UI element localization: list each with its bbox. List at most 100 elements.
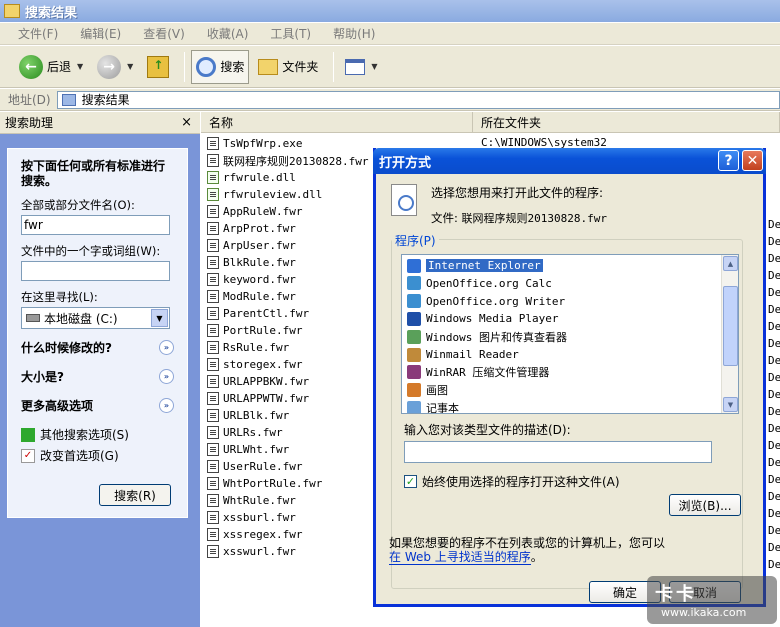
- program-item[interactable]: Windows Media Player: [407, 310, 558, 327]
- checklist-icon: ✓: [21, 448, 35, 463]
- table-row[interactable]: storegex.fwr: [207, 356, 302, 373]
- fwr-file-icon: [207, 511, 219, 524]
- menu-help[interactable]: 帮助(H): [333, 25, 375, 42]
- table-row[interactable]: PortRule.fwr: [207, 322, 302, 339]
- program-item[interactable]: OpenOffice.org Writer: [407, 293, 565, 310]
- file-name-cell: BlkRule.fwr: [223, 256, 296, 269]
- help-button[interactable]: ?: [718, 150, 739, 171]
- fwr-file-icon: [207, 205, 219, 218]
- menu-favorites[interactable]: 收藏(A): [207, 25, 249, 42]
- program-icon: [407, 258, 421, 273]
- table-row[interactable]: URLBlk.fwr: [207, 407, 289, 424]
- programs-scrollbar[interactable]: ▲ ▼: [721, 255, 738, 413]
- watermark-logo: 卡卡 www.ikaka.com: [647, 576, 777, 624]
- advanced-section[interactable]: 更多高级选项 »: [21, 397, 174, 414]
- scroll-up-icon[interactable]: ▲: [723, 256, 738, 271]
- always-use-checkbox[interactable]: ✓ 始终使用选择的程序打开这种文件(A): [404, 473, 620, 490]
- web-search-link[interactable]: 在 Web 上寻找适当的程序: [389, 550, 531, 565]
- table-row[interactable]: AppRuleW.fwr: [207, 203, 302, 220]
- table-row[interactable]: TsWpfWrp.exe: [207, 135, 302, 152]
- program-item[interactable]: OpenOffice.org Calc: [407, 275, 552, 292]
- change-prefs-link[interactable]: ✓ 改变首选项(G): [21, 447, 174, 464]
- views-button[interactable]: ▼: [340, 50, 382, 84]
- file-name: 联网程序规则20130828.fwr: [461, 212, 608, 225]
- program-item[interactable]: Internet Explorer: [407, 257, 544, 274]
- forward-button[interactable]: → ▼: [92, 50, 138, 84]
- checkbox-check-icon[interactable]: ✓: [404, 475, 417, 488]
- table-row[interactable]: WhtPortRule.fwr: [207, 475, 322, 492]
- scroll-down-icon[interactable]: ▼: [723, 397, 738, 412]
- table-row[interactable]: ModRule.fwr: [207, 288, 296, 305]
- table-row[interactable]: URLAPPWTW.fwr: [207, 390, 309, 407]
- table-row[interactable]: URLRs.fwr: [207, 424, 283, 441]
- when-modified-section[interactable]: 什么时候修改的? »: [21, 339, 174, 356]
- forward-dropdown-icon[interactable]: ▼: [127, 62, 133, 71]
- look-in-select[interactable]: 本地磁盘 (C:) ▼: [21, 307, 170, 329]
- column-folder[interactable]: 所在文件夹: [473, 112, 780, 132]
- menu-file[interactable]: 文件(F): [18, 25, 58, 42]
- browse-button[interactable]: 浏览(B)...: [669, 494, 741, 516]
- search-button[interactable]: 搜索: [191, 49, 250, 84]
- table-row[interactable]: UserRule.fwr: [207, 458, 302, 475]
- folders-button[interactable]: 文件夹: [253, 50, 323, 84]
- file-name-cell: WhtPortRule.fwr: [223, 477, 323, 490]
- description-input[interactable]: [404, 441, 712, 463]
- views-dropdown-icon[interactable]: ▼: [371, 62, 377, 71]
- filename-input[interactable]: fwr: [21, 215, 170, 235]
- search-assistant-pane: 搜索助理 × 按下面任何或所有标准进行搜索。 全部或部分文件名(O): fwr …: [0, 112, 200, 627]
- magnifier-icon: [196, 56, 217, 77]
- table-row[interactable]: URLWht.fwr: [207, 441, 289, 458]
- expand-chevron-icon[interactable]: »: [159, 369, 174, 384]
- table-row[interactable]: WhtRule.fwr: [207, 492, 296, 509]
- fwr-file-icon: [207, 273, 219, 286]
- table-row[interactable]: xssregex.fwr: [207, 526, 302, 543]
- program-name: Windows Media Player: [426, 312, 559, 326]
- table-row[interactable]: URLAPPBKW.fwr: [207, 373, 309, 390]
- close-button[interactable]: ✕: [742, 150, 763, 171]
- size-section[interactable]: 大小是? »: [21, 368, 174, 385]
- table-row[interactable]: 联网程序规则20130828.fwr: [207, 152, 368, 169]
- scroll-thumb[interactable]: [723, 286, 738, 366]
- menu-tools[interactable]: 工具(T): [270, 25, 311, 42]
- table-row[interactable]: BlkRule.fwr: [207, 254, 296, 271]
- program-name: 记事本: [426, 401, 459, 414]
- phrase-input[interactable]: [21, 261, 170, 281]
- address-input[interactable]: 搜索结果: [56, 90, 780, 109]
- dialog-prompt: 选择您想用来打开此文件的程序:: [431, 186, 604, 200]
- table-row[interactable]: ArpUser.fwr: [207, 237, 296, 254]
- menu-edit[interactable]: 编辑(E): [80, 25, 121, 42]
- search-submit-button[interactable]: 搜索(R): [99, 484, 171, 506]
- table-row[interactable]: ParentCtl.fwr: [207, 305, 309, 322]
- other-options-link[interactable]: 其他搜索选项(S): [21, 426, 174, 443]
- file-name-cell: WhtRule.fwr: [223, 494, 296, 507]
- up-button[interactable]: ↑: [142, 50, 174, 84]
- table-row[interactable]: keyword.fwr: [207, 271, 296, 288]
- table-row[interactable]: xssburl.fwr: [207, 509, 296, 526]
- back-dropdown-icon[interactable]: ▼: [77, 62, 83, 71]
- expand-chevron-icon[interactable]: »: [159, 340, 174, 355]
- program-item[interactable]: 记事本: [407, 399, 459, 414]
- program-item[interactable]: WinRAR 压缩文件管理器: [407, 364, 549, 381]
- program-item[interactable]: Winmail Reader: [407, 346, 519, 363]
- views-icon: [345, 58, 366, 75]
- column-name[interactable]: 名称: [201, 112, 473, 132]
- back-button[interactable]: ← 后退 ▼: [14, 50, 88, 84]
- table-row[interactable]: xsswurl.fwr: [207, 543, 296, 560]
- window-titlebar[interactable]: 搜索结果: [0, 0, 780, 22]
- expand-chevron-icon[interactable]: »: [159, 398, 174, 413]
- table-row[interactable]: RsRule.fwr: [207, 339, 289, 356]
- menu-view[interactable]: 查看(V): [143, 25, 185, 42]
- folder-cell-truncated: De: [768, 269, 780, 282]
- folder-cell-truncated: De: [768, 524, 780, 537]
- program-item[interactable]: 画图: [407, 382, 448, 399]
- table-row[interactable]: rfwrule.dll: [207, 169, 296, 186]
- table-row[interactable]: rfwruleview.dll: [207, 186, 322, 203]
- table-row[interactable]: ArpProt.fwr: [207, 220, 296, 237]
- open-with-dialog: 打开方式 ? ✕ 选择您想用来打开此文件的程序: 文件: 联网程序规则20130…: [373, 148, 766, 607]
- programs-listbox[interactable]: Internet Explorer OpenOffice.org Calc Open…: [401, 254, 739, 414]
- program-item[interactable]: Windows 图片和传真查看器: [407, 328, 567, 345]
- chevron-down-icon[interactable]: ▼: [151, 309, 168, 327]
- list-header: 名称 所在文件夹: [201, 112, 780, 133]
- dialog-titlebar[interactable]: 打开方式 ? ✕: [373, 148, 766, 174]
- close-icon[interactable]: ×: [181, 115, 192, 130]
